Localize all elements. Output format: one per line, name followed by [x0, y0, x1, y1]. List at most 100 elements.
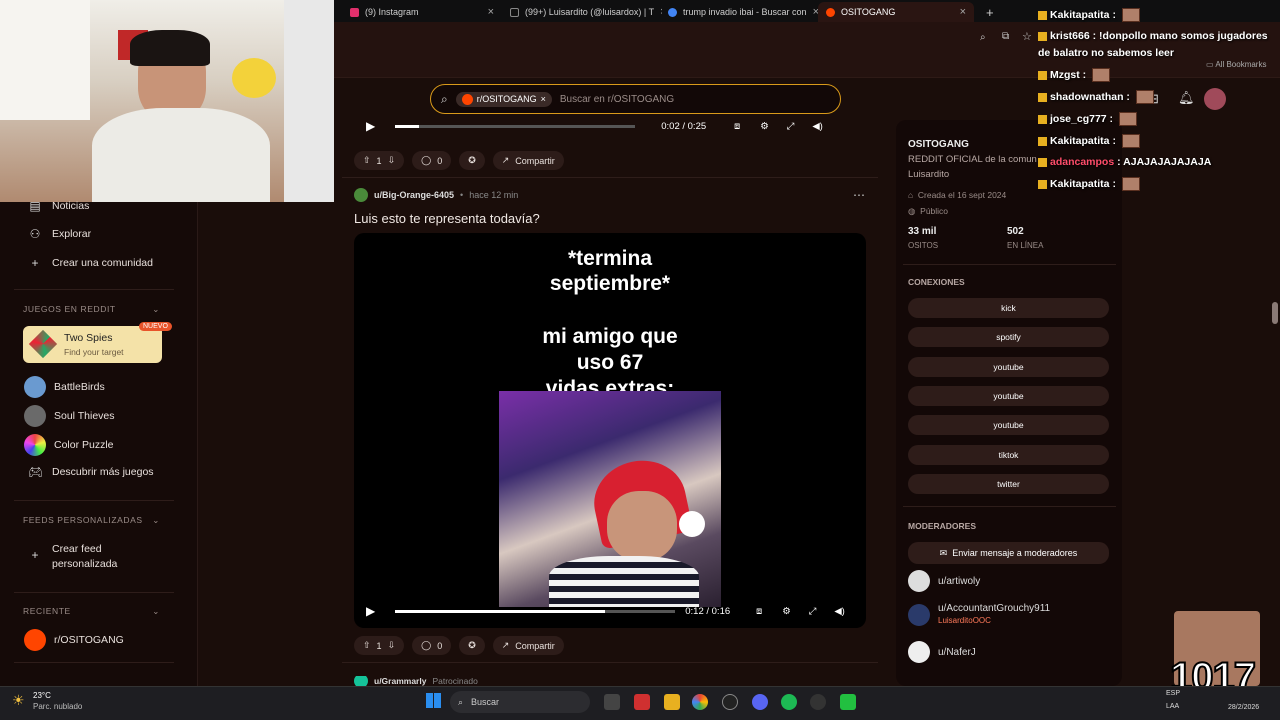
community-name: OSITOGANG [908, 139, 969, 150]
award-button[interactable]: ✪ [459, 151, 485, 170]
game-soul-thieves[interactable]: Soul Thieves [24, 405, 115, 427]
sidebar-item-noticias[interactable]: ▤ Noticias [28, 199, 89, 213]
page-scrollbar[interactable] [1272, 302, 1278, 324]
settings-icon[interactable]: ⚙ [782, 606, 791, 617]
discover-more-games[interactable]: 🎮︎ Descubrir más juegos [28, 465, 154, 479]
tiktok-icon [510, 7, 519, 17]
feeds-section-header[interactable]: FEEDS PERSONALIZADAS ⌄ [23, 515, 160, 526]
captions-icon[interactable]: ⧈ [756, 606, 762, 617]
post-options-icon[interactable]: ⋯ [853, 188, 865, 202]
sidebar-item-crear-comunidad[interactable]: + Crear una comunidad [28, 256, 153, 270]
chat-text: !donpollo mano somos jugadores [1099, 30, 1268, 42]
chat-username: shadownathan [1050, 90, 1124, 103]
recent-section-header[interactable]: RECIENTE ⌄ [23, 606, 160, 617]
moderator-item[interactable]: u/NaferJ [908, 641, 976, 663]
community-search-chip[interactable]: r/OSITOGANG × [455, 91, 552, 107]
connection-tiktok[interactable]: tiktok [908, 445, 1109, 465]
connection-spotify[interactable]: spotify [908, 327, 1109, 347]
play-icon[interactable]: ▶ [366, 119, 375, 133]
spotify-icon[interactable] [781, 694, 797, 710]
post-actions: ⇧ 1 ⇩ ◯ 0 ✪ ↗ Compartir [354, 636, 564, 655]
settings-icon[interactable]: ⚙ [760, 121, 769, 132]
taskbar-date[interactable]: 28/2/2026 [1228, 704, 1259, 711]
featured-game-two-spies[interactable]: Two Spies Find your target [23, 326, 162, 363]
tab-ositogang[interactable]: OSITOGANG × [818, 2, 974, 22]
post-author[interactable]: u/Big-Orange-6405 [374, 190, 454, 200]
close-icon[interactable]: × [541, 94, 546, 104]
recent-ositogang[interactable]: r/OSITOGANG [24, 629, 124, 651]
windows-start-icon[interactable] [426, 693, 441, 708]
divider [14, 500, 174, 501]
tab-instagram[interactable]: (9) Instagram × [342, 2, 502, 22]
share-button[interactable]: ↗ Compartir [492, 151, 564, 170]
play-icon[interactable]: ▶ [366, 604, 375, 618]
bookmark-star-icon[interactable]: ☆ [1022, 30, 1032, 43]
search-input[interactable]: Buscar en r/OSITOGANG [560, 94, 674, 105]
obs-icon[interactable] [722, 694, 738, 710]
vote-control[interactable]: ⇧ 1 ⇩ [354, 151, 405, 170]
zoom-icon[interactable]: ⌕ [980, 32, 986, 43]
game-battlebirds[interactable]: BattleBirds [24, 376, 105, 398]
comments-button[interactable]: ◯ 0 [412, 151, 452, 170]
app-icon[interactable] [810, 694, 826, 710]
chrome-icon[interactable] [692, 694, 708, 710]
top-progress-track[interactable] [395, 124, 636, 128]
post-title[interactable]: Luis esto te representa todavía? [354, 211, 540, 226]
all-bookmarks[interactable]: ▭ All Bookmarks [1206, 60, 1266, 69]
kick-icon[interactable] [840, 694, 856, 710]
volume-icon[interactable]: ◀) [834, 606, 844, 617]
post-video[interactable]: *termina septiembre* mi amigo que uso 67… [354, 233, 866, 628]
comments-button[interactable]: ◯ 0 [412, 636, 452, 655]
close-icon[interactable]: × [960, 6, 966, 18]
fullscreen-icon[interactable]: ⤢ [809, 606, 817, 617]
captions-icon[interactable]: ⧈ [734, 121, 740, 132]
video-progress-track[interactable] [395, 609, 676, 613]
fullscreen-icon[interactable]: ⤢ [787, 121, 795, 132]
tab-tiktok[interactable]: (99+) Luisardito (@luisardox) | T × [502, 2, 662, 22]
new-tab-button[interactable]: + [978, 2, 998, 22]
video-caption-line: *termina [567, 247, 653, 270]
downvote-icon[interactable]: ⇩ [388, 640, 396, 651]
webcam-chair [284, 0, 334, 202]
connection-kick[interactable]: kick [908, 298, 1109, 318]
chat-emote-icon [1092, 68, 1111, 82]
file-explorer-icon[interactable] [664, 694, 680, 710]
close-icon[interactable]: × [488, 6, 494, 18]
weather-temp[interactable]: 23°C [33, 691, 51, 700]
game-color-puzzle[interactable]: Color Puzzle [24, 434, 114, 456]
downvote-icon[interactable]: ⇩ [388, 155, 396, 166]
upvote-icon[interactable]: ⇧ [363, 640, 371, 651]
message-moderators-button[interactable]: ✉ Enviar mensaje a moderadores [908, 542, 1109, 564]
moderator-item[interactable]: u/AccountantGrouchy911 LuisarditoOOC [908, 603, 1050, 627]
upvote-icon[interactable]: ⇧ [363, 155, 371, 166]
notifications-icon[interactable]: 🔔︎ [1178, 90, 1195, 106]
connection-youtube[interactable]: youtube [908, 415, 1109, 435]
volume-icon[interactable]: ◀) [812, 121, 822, 132]
create-feed[interactable]: + Crear feed personalizada [28, 542, 117, 572]
discord-icon[interactable] [752, 694, 768, 710]
moderator-item[interactable]: u/artiwoly [908, 570, 980, 592]
connection-twitter[interactable]: twitter [908, 474, 1109, 494]
sidebar-item-label: Descubrir más juegos [52, 466, 154, 478]
moderator-avatar [908, 570, 930, 592]
language-indicator[interactable]: ESP [1166, 690, 1180, 697]
create-feed-line1: Crear feed [52, 543, 102, 555]
author-avatar[interactable] [354, 188, 368, 202]
games-section-header[interactable]: JUEGOS EN REDDIT ⌄ [23, 304, 160, 315]
tab-google[interactable]: trump invadio ibai - Buscar con × [660, 2, 820, 22]
connection-youtube[interactable]: youtube [908, 357, 1109, 377]
taskbar-search[interactable]: ⌕ Buscar [450, 691, 590, 713]
app-icon[interactable] [634, 694, 650, 710]
user-avatar[interactable] [1204, 88, 1226, 110]
connection-youtube[interactable]: youtube [908, 386, 1109, 406]
sidebar-item-explorar[interactable]: ⚇ Explorar [28, 227, 92, 241]
video-person-face [607, 491, 677, 561]
comment-icon: ◯ [421, 640, 432, 650]
post-time: hace 12 min [469, 190, 519, 200]
award-button[interactable]: ✪ [459, 636, 485, 655]
share-button[interactable]: ↗ Compartir [492, 636, 564, 655]
task-view-icon[interactable] [604, 694, 620, 710]
vote-control[interactable]: ⇧ 1 ⇩ [354, 636, 405, 655]
next-post-author[interactable]: u/Grammarly [374, 676, 426, 686]
cast-icon[interactable]: ⧉ [1002, 31, 1009, 42]
